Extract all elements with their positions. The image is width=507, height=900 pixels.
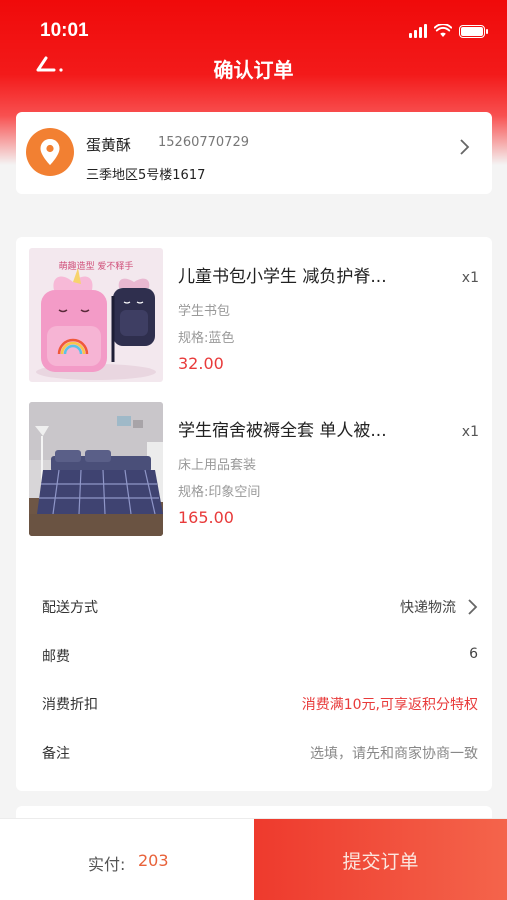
shipping-fee-row: 邮费 6 [42,642,478,672]
thumb-caption: 萌趣造型 爱不释手 [59,260,134,272]
recipient-phone: 15260770729 [158,135,249,150]
status-icons [409,24,488,38]
status-bar: 10:01 [0,0,507,52]
delivery-method-label: 配送方式 [42,600,98,616]
location-pin-icon [26,128,74,176]
shipping-fee-label: 邮费 [42,649,70,665]
delivery-method-value: 快递物流 [400,600,456,616]
product-thumbnail: 萌趣造型 爱不释手 [29,248,163,382]
product-title: 儿童书包小学生 减负护脊... [178,267,387,287]
product-thumbnail [29,402,163,536]
product-spec: 规格:蓝色 [178,331,235,346]
pay-label: 实付: [88,855,126,874]
product-title: 学生宿舍被褥全套 单人被... [178,421,387,441]
product-price: 32.00 [178,354,224,373]
product-spec: 规格:印象空间 [178,485,261,500]
order-card: 萌趣造型 爱不释手 儿童书包小学生 减负护脊... x1 学生书包 规格:蓝色 … [16,237,492,791]
product-price: 165.00 [178,508,234,527]
bottom-bar: 实付: 203 提交订单 [0,818,507,900]
remark-row[interactable]: 备注 选填，请先和商家协商一致 [42,739,478,769]
recipient-name: 蛋黄酥 [86,136,132,154]
page-title: 确认订单 [213,58,294,82]
product-item[interactable]: 学生宿舍被褥全套 单人被... x1 床上用品套装 规格:印象空间 165.00 [29,402,479,536]
submit-order-button[interactable]: 提交订单 [254,819,507,900]
discount-label: 消费折扣 [42,697,98,713]
shipping-fee-value: 6 [469,646,478,662]
pay-amount: 203 [138,851,169,870]
discount-row: 消费折扣 消费满10元,可享返积分特权 [42,690,478,720]
address-detail: 三季地区5号楼1617 [86,168,206,183]
battery-icon [459,24,488,38]
signal-icon [409,24,427,38]
remark-label: 备注 [42,746,70,762]
product-quantity: x1 [461,270,479,286]
chevron-right-icon [460,139,470,155]
product-category: 床上用品套装 [178,458,257,473]
product-item[interactable]: 萌趣造型 爱不释手 儿童书包小学生 减负护脊... x1 学生书包 规格:蓝色 … [29,248,479,382]
address-card[interactable]: 蛋黄酥 15260770729 三季地区5号楼1617 [16,112,492,194]
product-quantity: x1 [461,424,479,440]
chevron-right-icon [468,599,478,615]
product-category: 学生书包 [178,304,231,319]
status-time: 10:01 [40,20,89,41]
delivery-method-row[interactable]: 配送方式 快递物流 [42,593,478,623]
wifi-icon [434,24,452,37]
discount-value: 消费满10元,可享返积分特权 [301,697,478,713]
remark-input[interactable]: 选填，请先和商家协商一致 [310,743,478,763]
